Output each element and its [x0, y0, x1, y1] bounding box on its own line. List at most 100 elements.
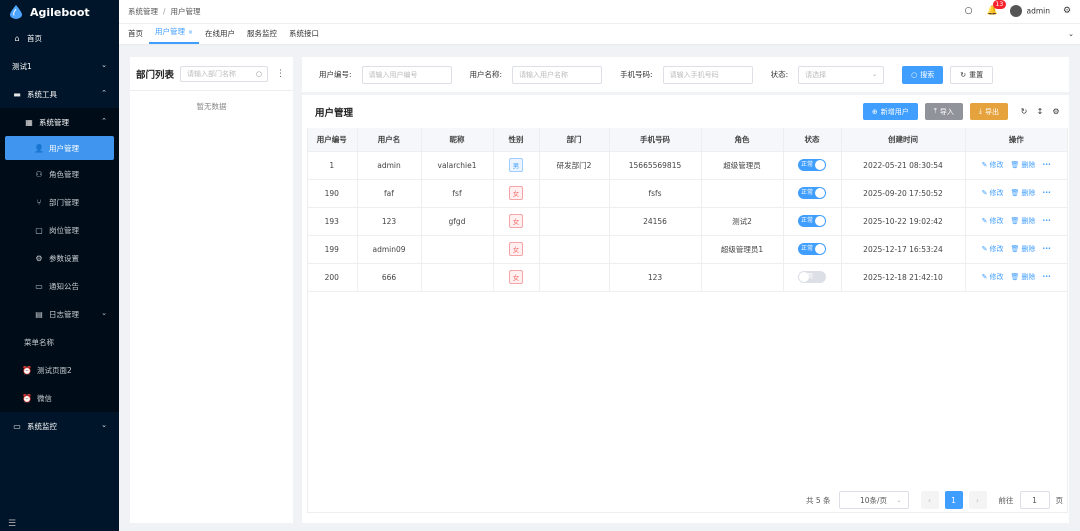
cell-phone: fsfs: [609, 179, 702, 208]
more-icon[interactable]: ···: [1042, 216, 1051, 225]
tab-online-users[interactable]: 在线用户: [199, 28, 241, 44]
edit-button[interactable]: ✎ 修改: [982, 161, 1004, 169]
table-row: 200666 女 123 停用 2025-12-18 21:42:10 ✎修改 🗑删除 ···: [307, 263, 1068, 292]
cell-role: [701, 263, 784, 292]
page-number[interactable]: 1: [944, 491, 963, 509]
import-button[interactable]: ⤒ 导入: [924, 103, 963, 120]
collapse-sidebar-icon[interactable]: ☰: [8, 519, 16, 529]
export-button[interactable]: ⤓ 导出: [969, 103, 1008, 120]
edit-button[interactable]: ✎ 修改: [982, 273, 1004, 281]
tab-home[interactable]: 首页: [122, 28, 149, 44]
page-size-select[interactable]: 10条/页 ⌄: [838, 491, 909, 509]
chevron-down-icon[interactable]: ⌄: [1068, 30, 1074, 38]
status-switch[interactable]: 正常: [798, 243, 826, 255]
sidebar-item-dept-management[interactable]: ⑂ 部门管理: [0, 188, 119, 216]
sidebar-item-system-management[interactable]: ▦ 系统管理 ⌃: [0, 108, 119, 136]
app-logo[interactable]: Agileboot: [0, 0, 119, 24]
sidebar-item-test1[interactable]: 测试1 ⌄: [0, 52, 119, 80]
col-username: 用户名: [357, 128, 422, 152]
sidebar-item-params[interactable]: ⚙ 参数设置: [0, 244, 119, 272]
more-icon[interactable]: ···: [1042, 188, 1051, 197]
sidebar-item-role-management[interactable]: ⚇ 角色管理: [0, 160, 119, 188]
sidebar-item-system-monitor[interactable]: ▭ 系统监控 ⌄: [0, 412, 119, 440]
goto-page-input[interactable]: 1: [1019, 491, 1050, 509]
breadcrumb-item[interactable]: 系统管理: [128, 7, 158, 16]
more-icon[interactable]: ···: [1042, 160, 1051, 169]
tab-system-api[interactable]: 系统接口: [283, 28, 325, 44]
sidebar-item-wechat[interactable]: ⏰ 微信: [0, 384, 119, 412]
prev-page-button[interactable]: ‹: [920, 491, 939, 509]
sidebar-item-post-management[interactable]: ▢ 岗位管理: [0, 216, 119, 244]
search-button[interactable]: ○ 搜索: [902, 65, 944, 84]
delete-button[interactable]: 🗑 删除: [1010, 217, 1035, 225]
chevron-down-icon: ⌄: [896, 496, 902, 504]
user-table: 用户编号 用户名 昵称 性别 部门 手机号码 角色 状态 创建时间 操作 1 ad…: [307, 128, 1068, 292]
tab-user-management[interactable]: 用户管理 ×: [149, 26, 200, 44]
cell-actions: ✎ 修改 🗑 删除 ···: [965, 151, 1068, 180]
cell-username: admin09: [357, 235, 422, 264]
delete-button[interactable]: 🗑 删除: [1010, 273, 1035, 281]
sex-tag: 女: [508, 186, 524, 200]
cell-username: faf: [357, 179, 422, 208]
cell-status: 正常: [783, 235, 842, 264]
refresh-icon[interactable]: ↻: [1017, 107, 1031, 116]
next-page-button[interactable]: ›: [968, 491, 987, 509]
delete-button[interactable]: 🗑 删除: [1010, 161, 1035, 169]
chevron-up-icon: ⌃: [101, 89, 107, 97]
delete-button[interactable]: 🗑 删除: [1010, 245, 1035, 253]
more-icon[interactable]: ···: [1042, 244, 1051, 253]
sidebar-item-user-management[interactable]: 👤 用户管理: [5, 136, 114, 160]
cell-nickname: gfgd: [421, 207, 494, 236]
cell-sex: 女: [493, 207, 540, 236]
status-label: 状态:: [770, 70, 789, 79]
user-id-input[interactable]: 请输入用户编号: [361, 65, 452, 84]
trash-icon: 🗑: [1010, 161, 1020, 169]
close-icon[interactable]: ×: [188, 29, 193, 36]
edit-icon: ✎: [981, 217, 988, 225]
sidebar-item-system-tools[interactable]: ▬ 系统工具 ⌃: [0, 80, 119, 108]
search-icon[interactable]: ○: [962, 4, 976, 18]
add-user-button[interactable]: ⊕ 新增用户: [862, 103, 918, 120]
settings-icon[interactable]: ⚙: [1049, 107, 1063, 116]
status-switch[interactable]: 正常: [798, 215, 826, 227]
sidebar-item-test-page2[interactable]: ⏰ 测试页面2: [0, 356, 119, 384]
trash-icon: 🗑: [1010, 273, 1020, 281]
monitor-icon: ▭: [13, 421, 21, 431]
edit-button[interactable]: ✎ 修改: [982, 189, 1004, 197]
chevron-down-icon: ⌄: [101, 61, 107, 69]
more-vertical-icon[interactable]: ⋮: [276, 69, 285, 79]
cell-role: 测试2: [701, 207, 784, 236]
more-icon[interactable]: ···: [1042, 272, 1051, 281]
empty-text: 暂无数据: [196, 102, 227, 111]
edit-button[interactable]: ✎ 修改: [982, 245, 1004, 253]
bell-icon[interactable]: 🔔 13: [986, 0, 1007, 18]
status-switch[interactable]: 正常: [798, 187, 826, 199]
sidebar-item-notice[interactable]: ▭ 通知公告: [0, 272, 119, 300]
sidebar-item-menu-name[interactable]: 菜单名称: [0, 328, 119, 356]
status-select[interactable]: 请选择 ⌄: [798, 65, 885, 84]
cell-created: 2025-09-20 17:50:52: [841, 179, 966, 208]
cell-dept: [539, 235, 610, 264]
user-menu[interactable]: admin: [1009, 5, 1050, 17]
edit-button[interactable]: ✎ 修改: [982, 217, 1004, 225]
col-sex: 性别: [493, 128, 540, 152]
phone-input[interactable]: 请输入手机号码: [662, 65, 753, 84]
delete-button[interactable]: 🗑 删除: [1010, 189, 1035, 197]
username-input[interactable]: 请输入用户名称: [512, 65, 603, 84]
tab-bar: 首页 用户管理 × 在线用户 服务监控 系统接口 ⌄: [119, 24, 1080, 45]
status-switch[interactable]: 停用: [798, 271, 826, 283]
reset-button[interactable]: ↻ 重置: [950, 65, 994, 84]
tab-server-monitor[interactable]: 服务监控: [241, 28, 283, 44]
gear-icon[interactable]: ⚙: [1060, 4, 1074, 18]
status-switch[interactable]: 正常: [798, 159, 826, 171]
submenu-system-tools: ▦ 系统管理 ⌃ 👤 用户管理 ⚇ 角色管理 ⑂ 部门管理 ▢ 岗位管理 ⚙ 参数设置 ▭ 通知…: [0, 108, 119, 412]
grid-icon: ▦: [25, 117, 33, 127]
column-height-icon[interactable]: ↕: [1033, 107, 1047, 116]
sidebar-item-log-management[interactable]: ▤ 日志管理 ⌄: [0, 300, 119, 328]
sidebar: Agileboot ⌂ 首页 测试1 ⌄ ▬ 系统工具 ⌃ ▦ 系统管理 ⌃ 👤 用户管理 ⚇…: [0, 0, 119, 531]
user-group-icon: ⚇: [35, 169, 43, 179]
sidebar-item-home[interactable]: ⌂ 首页: [0, 24, 119, 52]
dept-search-input[interactable]: 请输入部门名称 ○: [180, 65, 268, 82]
trash-icon: 🗑: [1010, 189, 1020, 197]
breadcrumb-item: 用户管理: [170, 7, 201, 16]
